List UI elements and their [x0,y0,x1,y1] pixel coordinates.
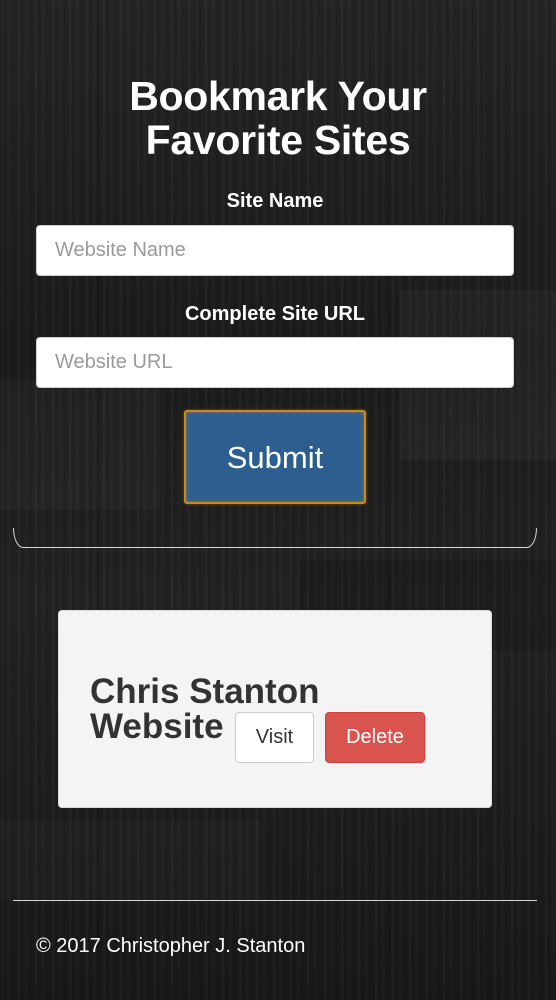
delete-button[interactable]: Delete [325,712,425,763]
footer-divider [13,900,537,901]
wood-texture-panel [0,380,160,510]
bookmark-site-name-line-1: Chris Stanton [90,672,320,711]
form-divider [13,528,537,548]
page-title-line-2: Favorite Sites [145,117,411,163]
bookmark-card: Chris Stanton Website Visit Delete [58,610,492,808]
site-name-input[interactable] [36,225,514,276]
site-url-input[interactable] [36,337,514,388]
page-title-line-1: Bookmark Your [129,73,427,119]
page-title: Bookmark Your Favorite Sites [0,74,556,162]
site-name-label: Site Name [226,190,324,212]
submit-button[interactable]: Submit [184,410,366,504]
footer-copyright: © 2017 Christopher J. Stanton [36,935,306,957]
wood-texture-panel [0,820,260,900]
site-url-label: Complete Site URL [184,303,366,325]
visit-button[interactable]: Visit [235,712,314,763]
